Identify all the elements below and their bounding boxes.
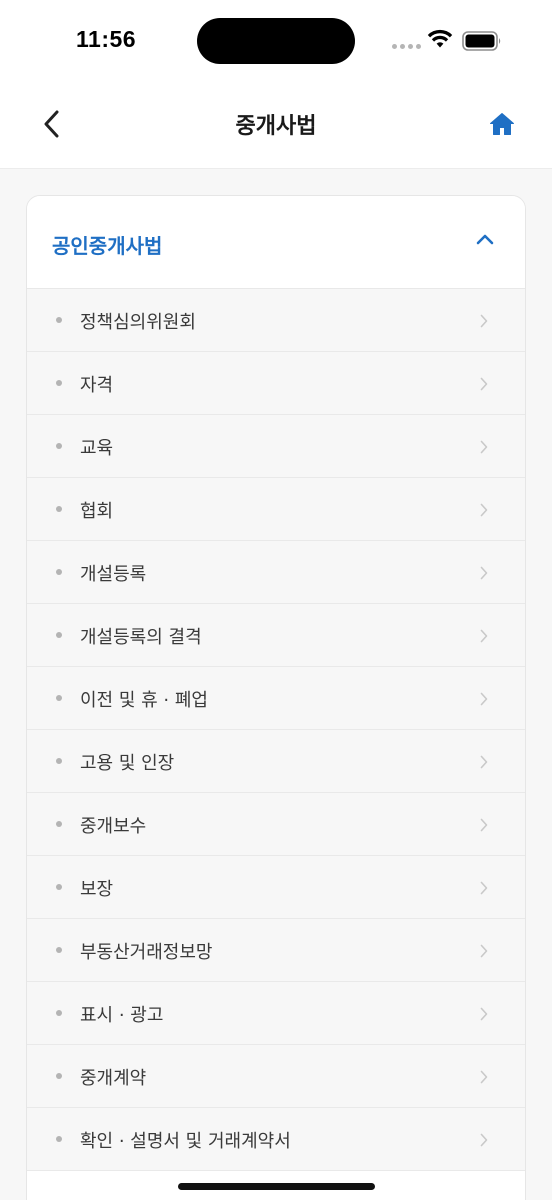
list-item[interactable]: 중개보수	[27, 793, 525, 856]
list-item[interactable]: 개설등록의 결격	[27, 604, 525, 667]
chevron-right-icon	[480, 881, 488, 895]
list-item-label: 확인 · 설명서 및 거래계약서	[80, 1131, 291, 1152]
list-item-label: 협회	[80, 501, 114, 522]
section-title: 공인중개사법	[52, 234, 163, 258]
chevron-right-icon	[480, 566, 488, 580]
home-indicator	[178, 1183, 375, 1190]
bullet-icon	[56, 884, 62, 890]
home-button[interactable]	[480, 102, 524, 146]
list-item[interactable]: 보장	[27, 856, 525, 919]
list-item-label: 표시 · 광고	[80, 1005, 164, 1026]
chevron-right-icon	[480, 377, 488, 391]
chevron-right-icon	[480, 314, 488, 328]
status-time: 11:56	[76, 26, 137, 52]
chevron-right-icon	[480, 1007, 488, 1021]
nav-header: 중개사법	[0, 84, 552, 169]
list-item-label: 중개계약	[80, 1068, 147, 1089]
bullet-icon	[56, 506, 62, 512]
chevron-right-icon	[480, 944, 488, 958]
wifi-icon	[427, 29, 453, 48]
list-item-label: 개설등록의 결격	[80, 627, 202, 648]
list-item[interactable]: 교육	[27, 415, 525, 478]
list-item-label: 자격	[80, 375, 114, 396]
list-item[interactable]: 부동산거래정보망	[27, 919, 525, 982]
battery-icon	[462, 31, 501, 51]
dynamic-island	[197, 18, 355, 64]
list-item[interactable]: 이전 및 휴 · 폐업	[27, 667, 525, 730]
app-screen: 11:56 중개사법 공인중개사법 정책심의위원회 자격 교육 협회 개설등록 …	[0, 0, 552, 1200]
home-icon	[490, 113, 514, 135]
chevron-up-icon[interactable]	[475, 232, 495, 246]
list-item-label: 개설등록	[80, 564, 147, 585]
list-item[interactable]: 자격	[27, 352, 525, 415]
list-item-label: 교육	[80, 438, 114, 459]
list-item[interactable]: 협회	[27, 478, 525, 541]
chevron-right-icon	[480, 755, 488, 769]
bullet-icon	[56, 1010, 62, 1016]
chevron-right-icon	[480, 440, 488, 454]
signal-dots-icon	[392, 44, 421, 49]
list-item-label: 정책심의위원회	[80, 312, 196, 333]
list-item-label: 부동산거래정보망	[80, 942, 213, 963]
chevron-right-icon	[480, 1133, 488, 1147]
bullet-icon	[56, 1073, 62, 1079]
list-item-label: 이전 및 휴 · 폐업	[80, 690, 208, 711]
list-item[interactable]: 고용 및 인장	[27, 730, 525, 793]
list-item[interactable]: 확인 · 설명서 및 거래계약서	[27, 1108, 525, 1171]
accordion-header[interactable]: 공인중개사법	[27, 196, 525, 289]
section-item-list: 정책심의위원회자격교육협회개설등록개설등록의 결격이전 및 휴 · 폐업고용 및…	[27, 289, 525, 1171]
list-item[interactable]: 표시 · 광고	[27, 982, 525, 1045]
list-item[interactable]: 정책심의위원회	[27, 289, 525, 352]
bullet-icon	[56, 758, 62, 764]
chevron-right-icon	[480, 692, 488, 706]
bullet-icon	[56, 1136, 62, 1142]
bullet-icon	[56, 443, 62, 449]
bullet-icon	[56, 317, 62, 323]
bullet-icon	[56, 380, 62, 386]
bullet-icon	[56, 569, 62, 575]
chevron-right-icon	[480, 818, 488, 832]
accordion-card: 공인중개사법 정책심의위원회자격교육협회개설등록개설등록의 결격이전 및 휴 ·…	[26, 195, 526, 1200]
list-item-label: 보장	[80, 879, 114, 900]
chevron-right-icon	[480, 1070, 488, 1084]
list-item[interactable]: 개설등록	[27, 541, 525, 604]
chevron-right-icon	[480, 503, 488, 517]
page-title: 중개사법	[235, 114, 317, 139]
bullet-icon	[56, 947, 62, 953]
list-item-label: 고용 및 인장	[80, 753, 175, 774]
bullet-icon	[56, 695, 62, 701]
list-item-label: 중개보수	[80, 816, 147, 837]
bullet-icon	[56, 632, 62, 638]
status-bar: 11:56	[0, 0, 552, 84]
chevron-right-icon	[480, 629, 488, 643]
list-item[interactable]: 중개계약	[27, 1045, 525, 1108]
bullet-icon	[56, 821, 62, 827]
